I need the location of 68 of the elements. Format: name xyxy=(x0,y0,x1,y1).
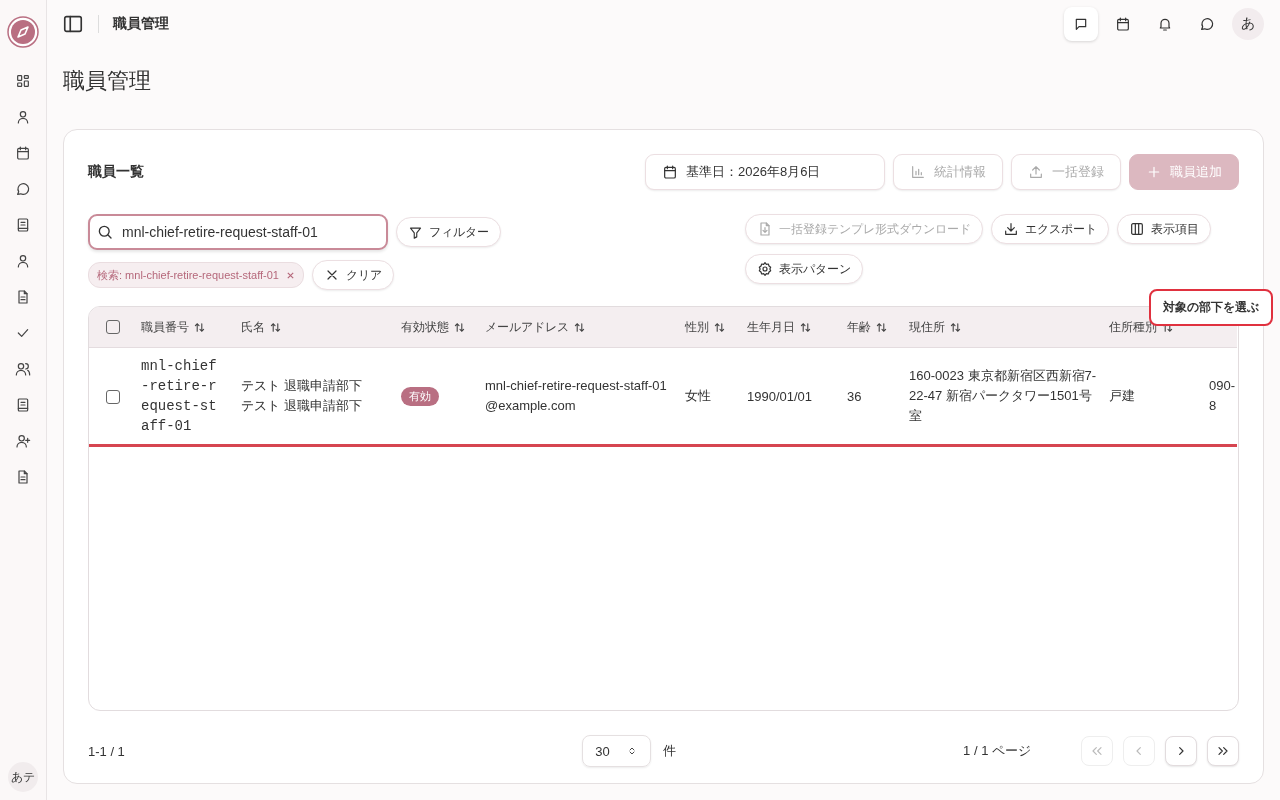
people-icon xyxy=(15,361,31,377)
result-range: 1-1 / 1 xyxy=(88,743,125,759)
email-address: mnl-chief-retire-request-staff-01@example.com xyxy=(485,377,668,415)
breadcrumb-title: 職員管理 xyxy=(113,15,169,33)
address-type: 戸建 xyxy=(1109,388,1135,403)
user-avatar[interactable]: あ xyxy=(1232,8,1264,40)
remove-icon[interactable] xyxy=(285,270,295,280)
gender: 女性 xyxy=(685,388,711,403)
row-checkbox[interactable] xyxy=(106,389,120,404)
clear-button[interactable]: クリア xyxy=(311,260,394,290)
columns-button[interactable]: 表示項目 xyxy=(1117,214,1211,244)
sort-icon[interactable] xyxy=(876,321,887,333)
sort-icon[interactable] xyxy=(800,321,811,333)
sort-icon[interactable] xyxy=(194,321,205,333)
display-pattern-button[interactable]: 表示パターン xyxy=(745,254,863,284)
sidebar-toggle-icon xyxy=(62,13,84,35)
age: 36 xyxy=(847,388,862,404)
sort-icon[interactable] xyxy=(950,321,961,333)
message-icon xyxy=(1073,16,1089,32)
staff-number: mnl-chief-retire-request-staff-01 xyxy=(141,357,218,436)
filter-icon xyxy=(408,224,423,240)
bar-chart-icon xyxy=(910,164,926,180)
settings-icon xyxy=(757,261,773,277)
dashboard-icon xyxy=(15,73,31,89)
download-icon xyxy=(1003,221,1019,237)
sort-icon[interactable] xyxy=(714,321,725,333)
user-avatar[interactable]: あテ xyxy=(8,762,38,792)
staff-name: テスト 退職申請部下 xyxy=(241,377,363,395)
person-icon xyxy=(15,253,31,269)
sort-icon[interactable] xyxy=(574,321,585,333)
card-title: 職員一覧 xyxy=(88,163,144,181)
add-person-icon xyxy=(15,433,31,449)
search-field[interactable]: mnl-chief-retire-request-staff-01 xyxy=(88,214,388,250)
notification-icon xyxy=(1157,16,1173,32)
download-file-icon xyxy=(757,221,773,237)
column-header[interactable]: 現住所 xyxy=(909,318,961,336)
date-picker-button[interactable]: 基準日：2026年8月6日 xyxy=(645,154,885,190)
staff-name: テスト 退職申請部下 xyxy=(241,397,363,415)
search-chip[interactable]: 検索: mnl-chief-retire-request-staff-01 xyxy=(88,262,304,288)
plus-icon xyxy=(1146,164,1162,180)
export-button[interactable]: エクスポート xyxy=(991,214,1109,244)
compass-logo-icon[interactable] xyxy=(7,16,39,48)
birth-date: 1990/01/01 xyxy=(747,388,813,404)
calendar-icon xyxy=(15,145,31,161)
chat-icon xyxy=(1199,16,1215,32)
status-badge: 有効 xyxy=(401,386,439,406)
person-icon xyxy=(15,109,31,125)
address: 160-0023 東京都新宿区西新宿7-22-47 新宿パークタワー1501号室 xyxy=(909,367,1098,425)
calendar-icon xyxy=(1115,16,1131,32)
page-size-select[interactable]: 30 xyxy=(582,735,651,767)
columns-icon xyxy=(1129,221,1145,237)
sort-icon[interactable] xyxy=(454,321,465,333)
page-size-unit: 件 xyxy=(662,742,676,760)
book-icon xyxy=(15,217,31,233)
upload-icon xyxy=(1028,164,1044,180)
column-header[interactable]: 氏名 xyxy=(241,318,281,336)
sort-icon[interactable] xyxy=(270,321,281,333)
chat-icon xyxy=(15,181,31,197)
phone-number: 090-8 xyxy=(1209,377,1237,415)
select-all-checkbox[interactable] xyxy=(106,320,120,335)
calendar-icon xyxy=(662,164,678,180)
page-title: 職員管理 xyxy=(63,67,152,95)
page-info: 1 / 1 ページ xyxy=(963,742,1031,760)
last-page-button[interactable] xyxy=(1207,736,1239,766)
book-icon xyxy=(15,397,31,413)
filter-button[interactable]: フィルター xyxy=(396,217,501,247)
document-icon xyxy=(15,289,31,305)
document-icon xyxy=(15,469,31,485)
